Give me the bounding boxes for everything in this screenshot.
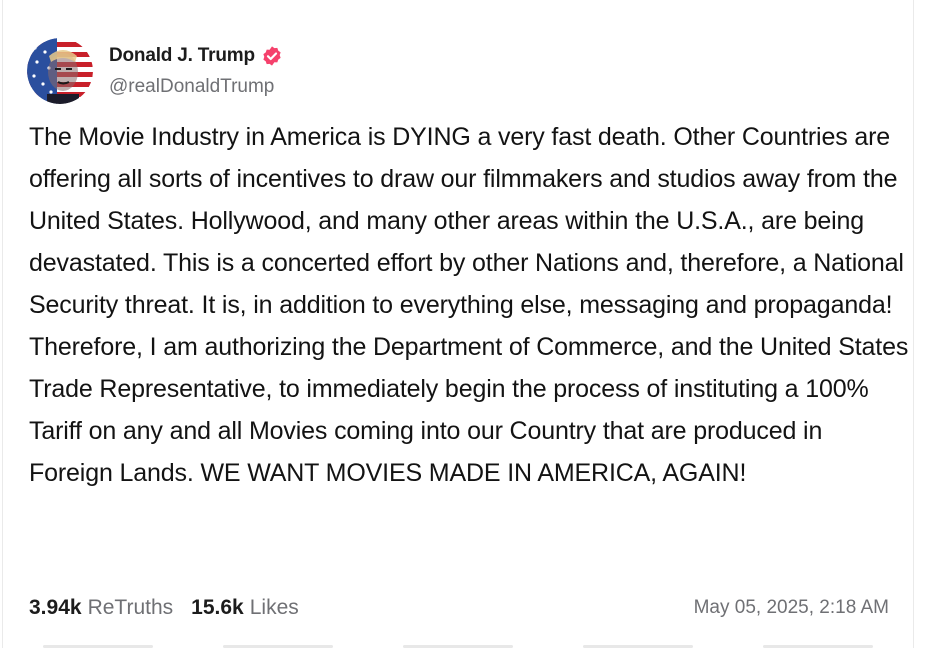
post-body-text: The Movie Industry in America is DYING a… (29, 123, 909, 487)
verified-badge-icon (263, 46, 281, 66)
post-card: Donald J. Trump @realDonaldTrump The Mov… (2, 0, 914, 648)
name-row: Donald J. Trump (109, 40, 283, 72)
retruths-stat[interactable]: 3.94k ReTruths (29, 596, 173, 620)
author-handle[interactable]: @realDonaldTrump (109, 72, 283, 102)
post-timestamp[interactable]: May 05, 2025, 2:18 AM (694, 590, 889, 626)
author-names: Donald J. Trump @realDonaldTrump (109, 40, 283, 102)
display-name[interactable]: Donald J. Trump (109, 45, 255, 67)
likes-label: Likes (249, 596, 299, 619)
retruths-label: ReTruths (87, 596, 174, 619)
avatar-image (27, 38, 93, 104)
post-stats: 3.94k ReTruths 15.6k Likes (29, 590, 317, 626)
likes-count: 15.6k (191, 596, 244, 619)
likes-stat[interactable]: 15.6k Likes (191, 596, 299, 620)
retruths-count: 3.94k (29, 596, 82, 619)
avatar[interactable] (27, 38, 93, 104)
post-header: Donald J. Trump @realDonaldTrump (27, 38, 283, 104)
